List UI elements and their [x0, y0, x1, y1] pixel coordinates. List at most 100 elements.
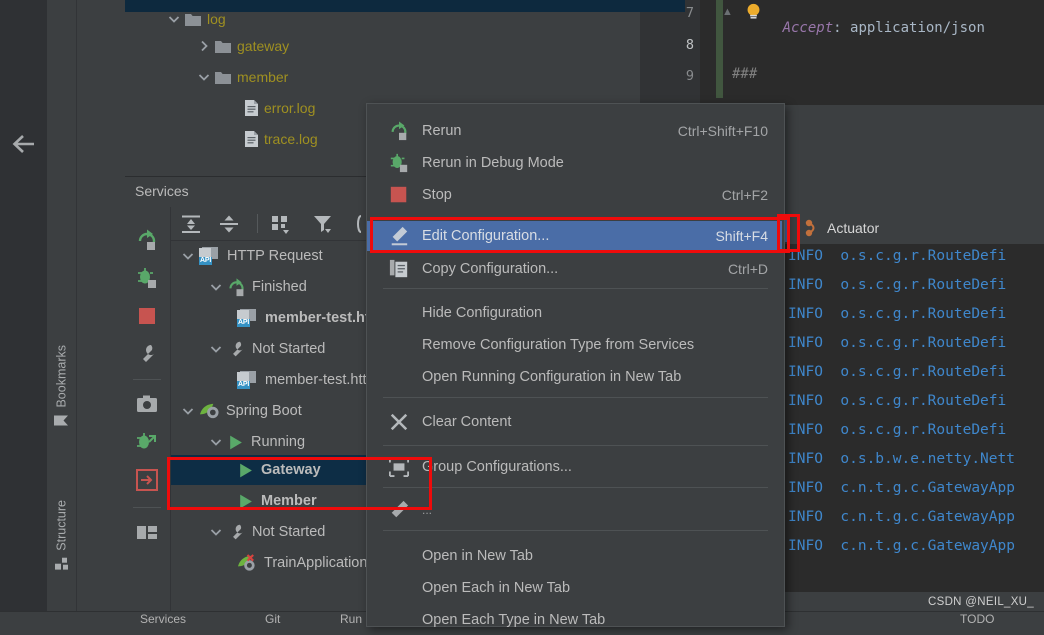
status-item-services[interactable]: Services: [140, 612, 186, 625]
chevron-down-icon[interactable]: [197, 70, 211, 84]
service-node-spring-boot[interactable]: Spring Boot: [181, 396, 302, 426]
tree-node-label: log: [207, 11, 226, 27]
log-line: INFO o.s.b.w.e.netty.Nett: [788, 451, 1015, 467]
menu-item-rerun[interactable]: Rerun Ctrl+Shift+F10: [367, 116, 782, 146]
settings-wrench-icon: [233, 341, 244, 356]
settings-wrench-icon[interactable]: [136, 343, 158, 365]
menu-item-clear-content[interactable]: Clear Content: [367, 407, 782, 437]
expand-all-icon[interactable]: [181, 214, 201, 234]
menu-item-label: Group Configurations...: [422, 459, 572, 475]
menu-item-label: Rerun in Debug Mode: [422, 155, 564, 171]
menu-item-label: Hide Configuration: [422, 305, 543, 321]
menu-item-label: Stop: [422, 187, 452, 203]
menu-item-copy-configuration[interactable]: Copy Configuration... Ctrl+D: [367, 254, 782, 284]
http-header-name: Accept: [782, 20, 834, 36]
tree-node-member[interactable]: member: [197, 64, 288, 90]
http-header-value: application/json: [850, 20, 985, 36]
tree-node-trace-log[interactable]: trace.log: [245, 126, 318, 152]
tool-window-stripe: Bookmarks Structure: [47, 0, 77, 625]
chevron-down-icon[interactable]: [209, 435, 223, 449]
log-line: INFO o.s.c.g.r.RouteDefi: [788, 422, 1007, 438]
edit-configuration-highlight: [370, 217, 790, 253]
chevron-down-icon[interactable]: [209, 280, 223, 294]
service-node-member-test-not-started[interactable]: API member-test.http: [237, 365, 375, 395]
context-menu: Rerun Ctrl+Shift+F10 Rerun in Debug Mode…: [366, 103, 785, 628]
service-node-trainapplication[interactable]: TrainApplication: [237, 548, 367, 578]
stop-icon[interactable]: [136, 305, 158, 327]
chevron-down-icon[interactable]: [181, 404, 195, 418]
screenshot-camera-icon[interactable]: [136, 393, 158, 415]
rerun-debug-icon[interactable]: [136, 267, 158, 289]
rerun-icon[interactable]: [136, 229, 158, 251]
api-badge-icon: API: [237, 309, 258, 327]
settings-wrench-icon: [233, 524, 244, 539]
menu-item-open-in-new-tab[interactable]: Open in New Tab: [367, 541, 782, 571]
sidebar-item-bookmarks[interactable]: Bookmarks: [47, 345, 76, 428]
service-node-not-started-http[interactable]: Not Started: [209, 334, 325, 364]
folder-icon: [185, 13, 201, 26]
left-tool-rail: [0, 0, 47, 625]
status-item-todo[interactable]: TODO: [960, 612, 994, 625]
group-by-icon[interactable]: [271, 214, 291, 234]
tree-node-error-log[interactable]: error.log: [245, 95, 315, 121]
menu-item-open-each-in-new-tab[interactable]: Open Each in New Tab: [367, 573, 782, 603]
status-item-git[interactable]: Git: [265, 612, 280, 625]
menu-separator: [383, 288, 768, 289]
menu-item-open-each-type-in-new-tab[interactable]: Open Each Type in New Tab: [367, 605, 782, 635]
menu-item-label: Open Running Configuration in New Tab: [422, 369, 682, 385]
service-node-running[interactable]: Running: [209, 427, 305, 457]
chevron-down-icon[interactable]: [181, 249, 195, 263]
back-arrow-icon[interactable]: [8, 128, 40, 160]
rerun-icon: [391, 121, 407, 141]
service-node-member-test-finished[interactable]: API member-test.http: [237, 303, 383, 333]
tree-node-label: trace.log: [264, 131, 318, 147]
status-item-run[interactable]: Run: [340, 612, 362, 625]
tree-node-gateway[interactable]: gateway: [197, 33, 289, 59]
bookmark-icon: [54, 415, 69, 426]
tree-node-log[interactable]: log: [167, 6, 226, 32]
chevron-down-icon[interactable]: [209, 525, 223, 539]
menu-item-label: Clear Content: [422, 414, 512, 430]
run-console: Actuator INFO o.s.c.g.r.RouteDefi INFO o…: [780, 212, 1044, 625]
editor-line-9: ###: [732, 66, 758, 82]
import-icon[interactable]: [136, 469, 158, 491]
log-line: INFO o.s.c.g.r.RouteDefi: [788, 364, 1007, 380]
menu-item-open-running-configuration[interactable]: Open Running Configuration in New Tab: [367, 362, 782, 392]
menu-item-shortcut: Ctrl+Shift+F10: [677, 123, 768, 139]
chevron-down-icon[interactable]: [209, 342, 223, 356]
menu-item-remove-configuration-type[interactable]: Remove Configuration Type from Services: [367, 330, 782, 360]
stop-icon: [390, 186, 407, 203]
line-number: 9: [685, 68, 694, 84]
lightbulb-icon[interactable]: [745, 3, 762, 20]
service-node-label: Not Started: [252, 341, 326, 357]
api-badge-icon: API: [237, 371, 258, 389]
log-line: INFO o.s.c.g.r.RouteDefi: [788, 306, 1007, 322]
service-node-finished[interactable]: Finished: [209, 272, 307, 302]
log-file-icon: [245, 131, 258, 147]
tab-actuator[interactable]: Actuator: [805, 212, 879, 244]
collapse-all-icon[interactable]: [219, 214, 239, 234]
chevron-down-icon[interactable]: [167, 12, 181, 26]
menu-item-shortcut: Ctrl+F2: [721, 187, 768, 203]
menu-item-stop[interactable]: Stop Ctrl+F2: [367, 180, 782, 210]
service-node-http-request[interactable]: API HTTP Request: [181, 241, 323, 271]
service-node-not-started-spring[interactable]: Not Started: [209, 517, 325, 547]
sidebar-item-structure[interactable]: Structure: [47, 500, 76, 570]
console-output[interactable]: INFO o.s.c.g.r.RouteDefi INFO o.s.c.g.r.…: [780, 244, 1044, 592]
menu-item-hide-configuration[interactable]: Hide Configuration: [367, 298, 782, 328]
copy-icon: [389, 259, 408, 278]
menu-item-label: Open Each Type in New Tab: [422, 612, 606, 628]
service-node-label: Finished: [252, 279, 307, 295]
log-line: INFO o.s.c.g.r.RouteDefi: [788, 393, 1007, 409]
filter-icon[interactable]: [313, 214, 333, 234]
log-line: INFO c.n.t.g.c.GatewayApp: [788, 509, 1015, 525]
chevron-right-icon[interactable]: [197, 39, 211, 53]
service-node-label: Not Started: [252, 524, 326, 540]
watermark: CSDN @NEIL_XU_: [780, 592, 1044, 612]
debug-attach-icon[interactable]: [136, 431, 158, 453]
layout-icon[interactable]: [136, 522, 158, 544]
structure-icon: [55, 557, 68, 570]
rerun-debug-icon: [390, 153, 408, 173]
editor-pane[interactable]: 7 8 9 ▲ Accept: application/json ###: [640, 0, 1044, 105]
menu-item-rerun-debug[interactable]: Rerun in Debug Mode: [367, 148, 782, 178]
